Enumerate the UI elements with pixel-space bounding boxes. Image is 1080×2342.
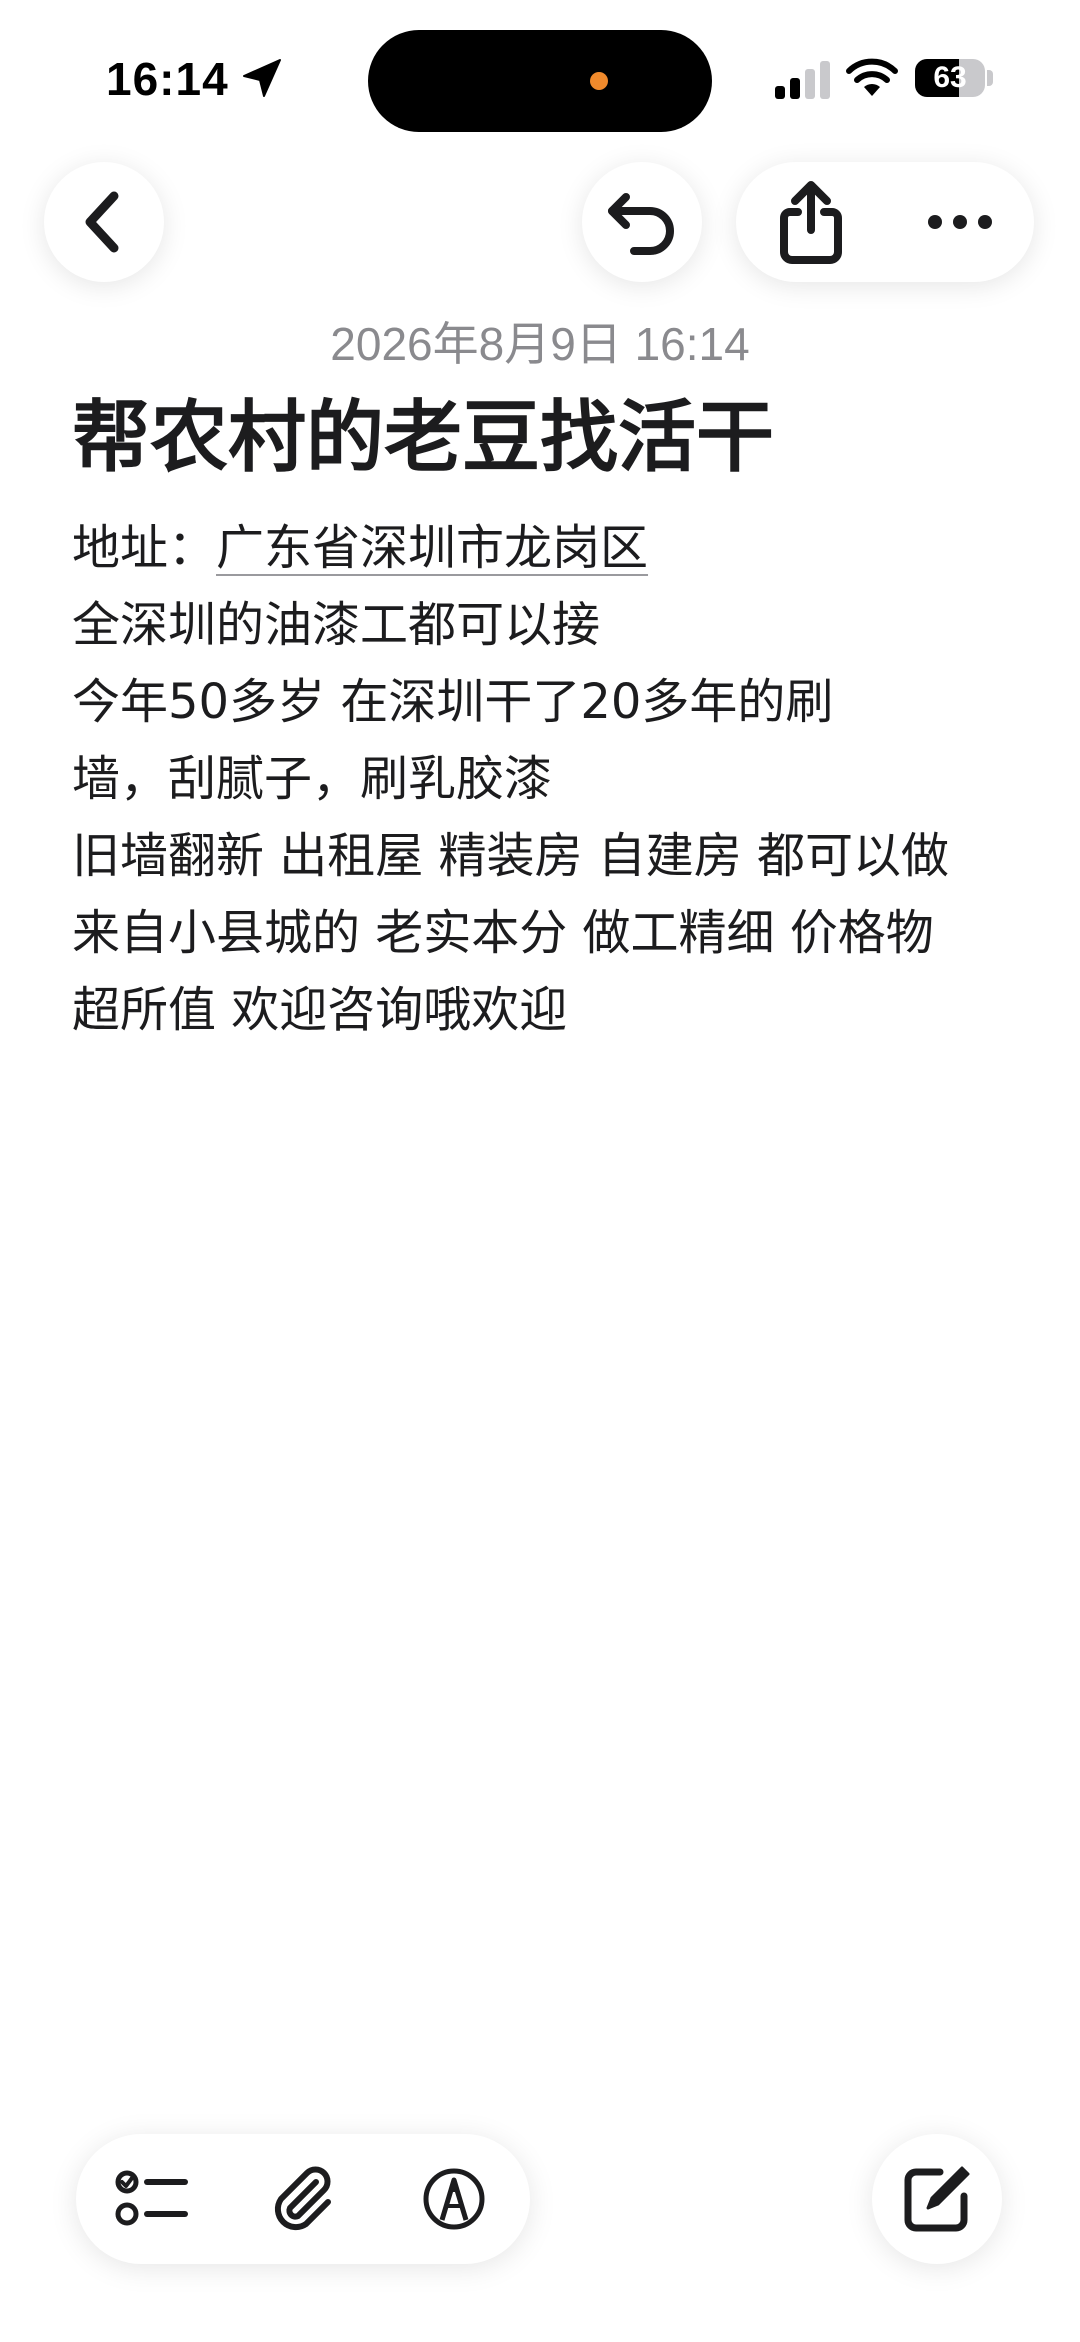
location-arrow-icon (243, 59, 281, 97)
ellipsis-icon (927, 215, 992, 229)
status-time: 16:14 (106, 53, 229, 105)
checklist-icon (115, 2170, 188, 2226)
recording-indicator-dot (590, 72, 608, 90)
cellular-signal-icon (775, 61, 830, 99)
compose-icon (904, 2166, 970, 2232)
body-line: 超所值 欢迎咨询哦欢迎 (72, 982, 568, 1038)
paperclip-icon (274, 2166, 331, 2231)
body-line: 来自小县城的 老实本分 做工精细 价格物 (72, 905, 934, 961)
note-title[interactable]: 帮农村的老豆找活干 (72, 388, 1032, 488)
bottom-toolbar (76, 2134, 530, 2264)
battery-level: 63 (933, 61, 967, 94)
undo-icon (608, 193, 674, 255)
share-button[interactable] (736, 162, 885, 282)
status-bar: 16:14 63 (0, 0, 1080, 150)
attachment-button[interactable] (227, 2134, 378, 2264)
chevron-left-icon (85, 191, 119, 253)
body-line: 全深圳的油漆工都可以接 (72, 597, 601, 653)
markup-pen-icon (423, 2168, 484, 2230)
back-button[interactable] (44, 162, 164, 282)
body-line: 今年50多岁 在深圳干了20多年的刷 (72, 674, 834, 730)
compose-button[interactable] (872, 2134, 1002, 2264)
note-date: 2026年8月9日 16:14 (330, 318, 750, 370)
note-body[interactable]: 地址：广东省深圳市龙岗区 全深圳的油漆工都可以接 今年50多岁 在深圳干了20多… (72, 510, 1032, 1049)
battery-indicator: 63 (915, 59, 985, 97)
checklist-button[interactable] (76, 2134, 227, 2264)
share-icon (779, 181, 842, 264)
address-link[interactable]: 广东省深圳市龙岗区 (216, 520, 648, 576)
wifi-icon (846, 58, 898, 96)
body-line: 旧墙翻新 出租屋 精装房 自建房 都可以做 (72, 828, 950, 884)
more-button[interactable] (885, 162, 1034, 282)
battery-cap (987, 70, 993, 86)
undo-button[interactable] (582, 162, 702, 282)
share-more-group (736, 162, 1034, 282)
dynamic-island (368, 30, 712, 132)
markup-button[interactable] (378, 2134, 529, 2264)
body-line: 墙，刮腻子，刷乳胶漆 (72, 751, 553, 807)
address-label: 地址： (72, 520, 217, 576)
address-line: 地址：广东省深圳市龙岗区 (72, 510, 1032, 587)
